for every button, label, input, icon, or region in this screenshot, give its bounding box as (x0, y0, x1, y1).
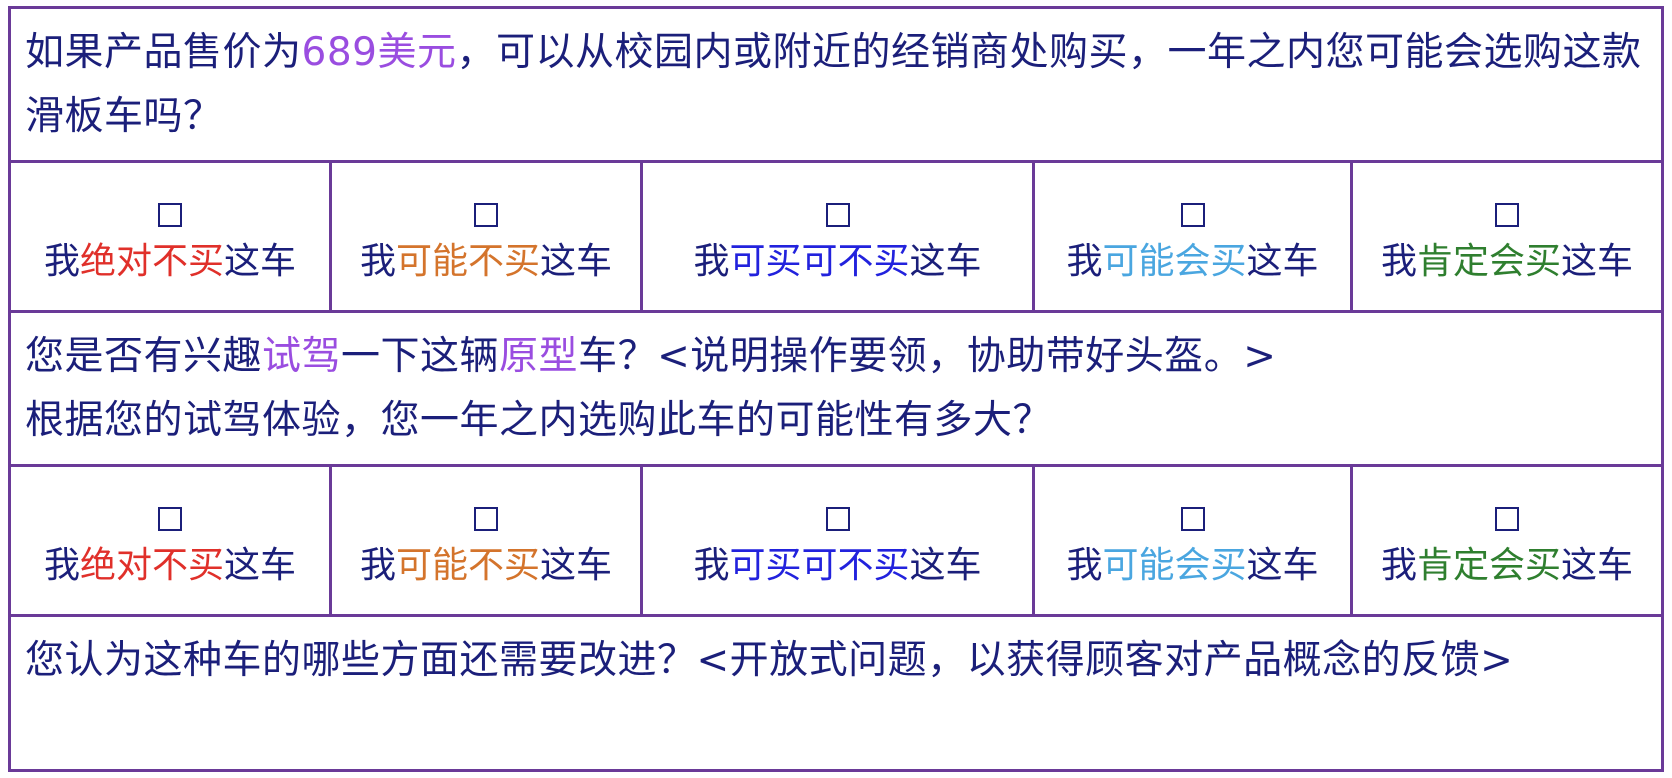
checkbox-icon[interactable] (825, 507, 850, 531)
options-row-1: 我绝对不买这车 我可能不买这车 我可买可不买这车 我可能会买这车 我肯定会买这车 (8, 160, 1664, 313)
question-2-line-1: 您是否有兴趣试驾一下这辆原型车？<说明操作要领，协助带好头盔。> (25, 334, 1277, 379)
option-definitely-yes[interactable]: 我肯定会买这车 (1353, 163, 1661, 310)
checkbox-icon[interactable] (1495, 203, 1519, 227)
prototype-highlight: 原型 (499, 334, 579, 379)
checkbox-icon[interactable] (1180, 203, 1205, 227)
option-label: 我可能会买这车 (1066, 545, 1319, 586)
option-probably-yes[interactable]: 我可能会买这车 (1035, 163, 1353, 310)
option-probably-not[interactable]: 我可能不买这车 (332, 163, 643, 310)
question-1-text: 如果产品售价为 (25, 30, 302, 75)
option-label: 我可能不买这车 (359, 545, 613, 586)
option-label: 我绝对不买这车 (43, 241, 297, 282)
option-definitely-not[interactable]: 我绝对不买这车 (11, 467, 332, 614)
option-definitely-not[interactable]: 我绝对不买这车 (11, 163, 332, 310)
option-label: 我肯定会买这车 (1380, 545, 1634, 586)
option-label: 我绝对不买这车 (43, 545, 297, 586)
option-definitely-yes[interactable]: 我肯定会买这车 (1353, 467, 1661, 614)
survey-table: 如果产品售价为689美元，可以从校园内或附近的经销商处购买，一年之内您可能会选购… (8, 6, 1664, 772)
checkbox-icon[interactable] (474, 507, 498, 531)
option-probably-yes[interactable]: 我可能会买这车 (1035, 467, 1353, 614)
options-row-2: 我绝对不买这车 我可能不买这车 我可买可不买这车 我可能会买这车 我肯定会买这车 (8, 464, 1664, 617)
checkbox-icon[interactable] (474, 203, 498, 227)
question-1: 如果产品售价为689美元，可以从校园内或附近的经销商处购买，一年之内您可能会选购… (8, 6, 1664, 163)
question-2: 您是否有兴趣试驾一下这辆原型车？<说明操作要领，协助带好头盔。> 根据您的试驾体验… (8, 310, 1664, 467)
checkbox-icon[interactable] (158, 507, 182, 531)
checkbox-icon[interactable] (158, 203, 182, 227)
option-maybe[interactable]: 我可买可不买这车 (643, 467, 1035, 614)
checkbox-icon[interactable] (1495, 507, 1519, 531)
option-label: 我可买可不买这车 (693, 545, 982, 586)
test-drive-highlight: 试驾 (262, 334, 342, 379)
question-2-line-2: 根据您的试驾体验，您一年之内选购此车的可能性有多大？ (25, 398, 1053, 443)
option-probably-not[interactable]: 我可能不买这车 (332, 467, 643, 614)
question-3: 您认为这种车的哪些方面还需要改进？<开放式问题，以获得顾客对产品概念的反馈> (8, 614, 1664, 772)
option-label: 我肯定会买这车 (1380, 241, 1634, 282)
price-highlight: 689美元 (301, 30, 457, 75)
option-label: 我可买可不买这车 (693, 241, 982, 282)
option-maybe[interactable]: 我可买可不买这车 (643, 163, 1035, 310)
option-label: 我可能会买这车 (1066, 241, 1319, 282)
checkbox-icon[interactable] (825, 203, 850, 227)
option-label: 我可能不买这车 (359, 241, 613, 282)
checkbox-icon[interactable] (1180, 507, 1205, 531)
